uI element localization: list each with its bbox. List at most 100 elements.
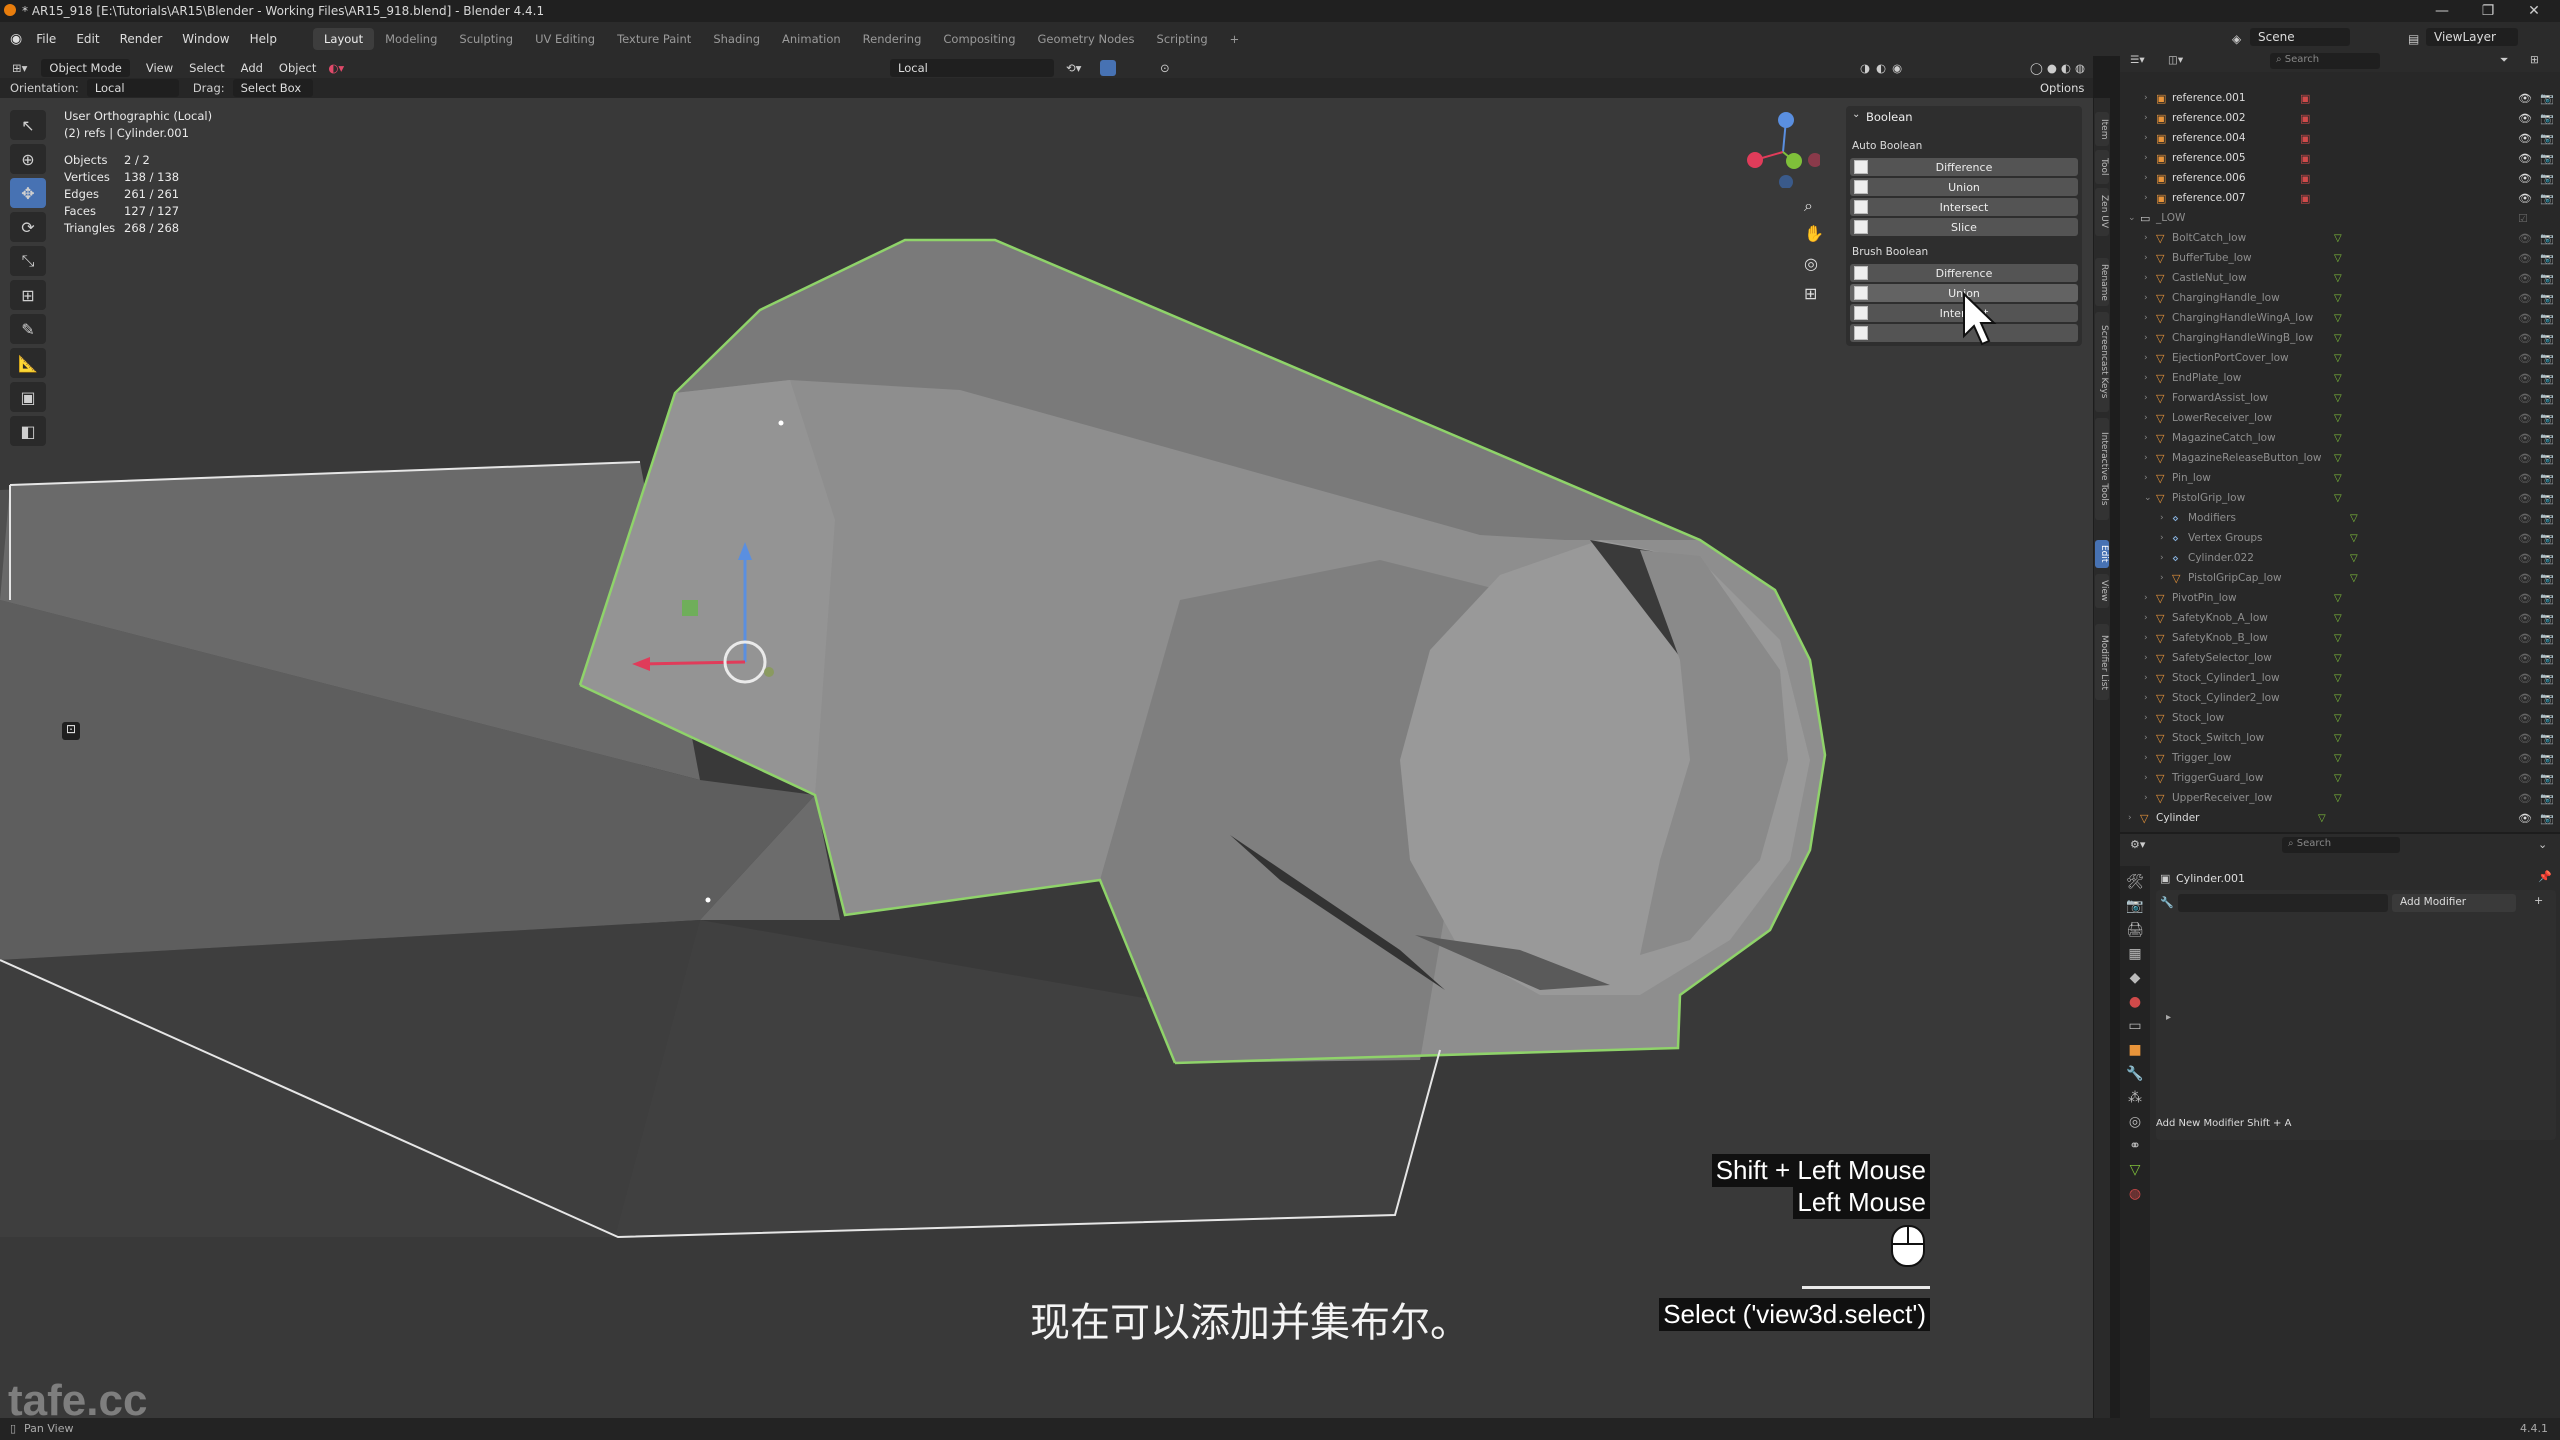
outliner-row[interactable]: › ▽ ForwardAssist_low ▽ 👁 📷	[2120, 388, 2560, 408]
visibility-eye-icon[interactable]: 👁	[2518, 252, 2532, 265]
proportional-edit-icon[interactable]: ⊙	[1160, 61, 1170, 75]
render-camera-icon[interactable]: 📷	[2540, 132, 2554, 145]
tab-animation[interactable]: Animation	[771, 28, 852, 50]
outliner-row[interactable]: › ▽ MagazineCatch_low ▽ 👁 📷	[2120, 428, 2560, 448]
render-camera-icon[interactable]: 📷	[2540, 112, 2554, 125]
tab-view[interactable]: View	[2095, 574, 2109, 608]
expand-arrow-icon[interactable]: ›	[2144, 113, 2148, 123]
expand-arrow-icon[interactable]: ›	[2144, 713, 2148, 723]
expand-arrow-icon[interactable]: ⌄	[2128, 213, 2136, 223]
outliner-row[interactable]: › ▽ ChargingHandle_low ▽ 👁 📷	[2120, 288, 2560, 308]
expand-arrow-icon[interactable]: ›	[2144, 193, 2148, 203]
outliner-row[interactable]: › ▽ Pin_low ▽ 👁 📷	[2120, 468, 2560, 488]
display-mode-icon[interactable]: ◫▾	[2168, 54, 2183, 66]
outliner-row[interactable]: › ▣ reference.004 ▣ 👁 📷	[2120, 128, 2560, 148]
visibility-eye-icon[interactable]: 👁	[2518, 492, 2532, 505]
expand-arrow-icon[interactable]: ›	[2144, 393, 2148, 403]
tab-layout[interactable]: Layout	[312, 28, 375, 50]
render-camera-icon[interactable]: 📷	[2540, 592, 2554, 605]
menu-file[interactable]: File	[26, 32, 66, 46]
visibility-eye-icon[interactable]: 👁	[2518, 272, 2532, 285]
visibility-eye-icon[interactable]: 👁	[2518, 752, 2532, 765]
render-camera-icon[interactable]: 📷	[2540, 632, 2554, 645]
viewlayer-selector[interactable]: ViewLayer	[2426, 28, 2518, 46]
visibility-eye-icon[interactable]: 👁	[2518, 92, 2532, 105]
visibility-eye-icon[interactable]: 👁	[2518, 132, 2532, 145]
visibility-eye-icon[interactable]: 👁	[2518, 612, 2532, 625]
annotate-tool-icon[interactable]: ✎	[10, 314, 46, 344]
render-camera-icon[interactable]: 📷	[2540, 652, 2554, 665]
outliner-row[interactable]: ⌄ ▽ PistolGrip_low ▽ 👁 📷	[2120, 488, 2560, 508]
outliner-row[interactable]: › ▽ EjectionPortCover_low ▽ 👁 📷	[2120, 348, 2560, 368]
outliner-row[interactable]: ⌄ ▭ _LOW ☑	[2120, 208, 2560, 228]
outliner-row[interactable]: › ▽ Stock_Cylinder1_low ▽ 👁 📷	[2120, 668, 2560, 688]
visibility-eye-icon[interactable]: 👁	[2518, 332, 2532, 345]
expand-arrow-icon[interactable]: ›	[2128, 813, 2132, 823]
menu-edit[interactable]: Edit	[66, 32, 109, 46]
render-camera-icon[interactable]: 📷	[2540, 172, 2554, 185]
solid-shading-icon[interactable]: ◯●◐◍	[2030, 61, 2089, 75]
object-tab-icon[interactable]: ■	[2128, 1042, 2141, 1058]
render-camera-icon[interactable]: 📷	[2540, 372, 2554, 385]
visibility-eye-icon[interactable]: 👁	[2518, 672, 2532, 685]
render-camera-icon[interactable]: 📷	[2540, 152, 2554, 165]
visibility-eye-icon[interactable]: 👁	[2518, 632, 2532, 645]
brush-difference-button[interactable]: Difference	[1850, 264, 2078, 282]
snapping-icon[interactable]: ⟲▾	[1066, 61, 1081, 75]
visibility-eye-icon[interactable]: 👁	[2518, 712, 2532, 725]
view-layer-tab-icon[interactable]: ▦	[2128, 946, 2141, 962]
tab-geometry-nodes[interactable]: Geometry Nodes	[1027, 28, 1146, 50]
render-camera-icon[interactable]: 📷	[2540, 572, 2554, 585]
navigation-gizmo[interactable]	[1740, 108, 1822, 189]
visibility-eye-icon[interactable]: 👁	[2518, 472, 2532, 485]
physics-tab-icon[interactable]: ◎	[2129, 1114, 2141, 1130]
outliner-row[interactable]: › ▽ EndPlate_low ▽ 👁 📷	[2120, 368, 2560, 388]
properties-editor-icon[interactable]: ⚙▾	[2130, 838, 2145, 851]
mode-dropdown[interactable]: Object Mode	[41, 59, 130, 77]
expand-arrow-icon[interactable]: ›	[2144, 353, 2148, 363]
menu-help[interactable]: Help	[240, 32, 287, 46]
ortho-grid-icon[interactable]: ⊞	[1804, 284, 1817, 303]
visibility-eye-icon[interactable]: 👁	[2518, 112, 2532, 125]
panel-collapse-icon[interactable]: ⌄	[1852, 109, 1860, 120]
visibility-eye-icon[interactable]: 👁	[2518, 312, 2532, 325]
tab-rename[interactable]: Rename	[2095, 258, 2109, 306]
render-camera-icon[interactable]: 📷	[2540, 732, 2554, 745]
menu-window[interactable]: Window	[172, 32, 239, 46]
close-button[interactable]: ✕	[2512, 0, 2556, 22]
properties-options-icon[interactable]: ⌄	[2538, 838, 2547, 851]
tab-tool[interactable]: Tool	[2095, 150, 2109, 184]
visibility-eye-icon[interactable]: 👁	[2518, 392, 2532, 405]
outliner-row[interactable]: › ⋄ Modifiers ▽ 👁 📷	[2120, 508, 2560, 528]
snap-toggle-icon[interactable]	[1100, 60, 1116, 76]
visibility-eye-icon[interactable]: 👁	[2518, 372, 2532, 385]
filter-icon[interactable]: ⏷	[2500, 54, 2508, 67]
measure-tool-icon[interactable]: 📐	[10, 348, 46, 378]
tab-sculpting[interactable]: Sculpting	[448, 28, 524, 50]
outliner-row[interactable]: › ▣ reference.006 ▣ 👁 📷	[2120, 168, 2560, 188]
expand-arrow-icon[interactable]: ›	[2144, 773, 2148, 783]
new-collection-icon[interactable]: ⊞	[2530, 54, 2539, 66]
tab-rendering[interactable]: Rendering	[852, 28, 933, 50]
visibility-eye-icon[interactable]: 👁	[2518, 292, 2532, 305]
tab-edit[interactable]: Edit	[2095, 540, 2109, 568]
world-tab-icon[interactable]: ●	[2129, 994, 2141, 1010]
render-camera-icon[interactable]: 📷	[2540, 392, 2554, 405]
render-camera-icon[interactable]: 📷	[2540, 412, 2554, 425]
outliner-row[interactable]: › ▽ Stock_Cylinder2_low ▽ 👁 📷	[2120, 688, 2560, 708]
cursor-tool-icon[interactable]: ⊕	[10, 144, 46, 174]
visibility-eye-icon[interactable]: 👁	[2518, 532, 2532, 545]
visibility-eye-icon[interactable]: 👁	[2518, 592, 2532, 605]
modifier-tab-icon[interactable]: 🔧	[2126, 1066, 2143, 1082]
editor-type-icon[interactable]: ⊞▾	[12, 61, 27, 75]
expand-arrow-icon[interactable]: ›	[2144, 153, 2148, 163]
visibility-eye-icon[interactable]: 👁	[2518, 412, 2532, 425]
outliner-row[interactable]: › ▣ reference.002 ▣ 👁 📷	[2120, 108, 2560, 128]
scene-tab-icon[interactable]: ◆	[2130, 970, 2141, 986]
expand-arrow-icon[interactable]: ›	[2144, 733, 2148, 743]
outliner-row[interactable]: › ▽ LowerReceiver_low ▽ 👁 📷	[2120, 408, 2560, 428]
menu-add[interactable]: Add	[241, 61, 263, 75]
render-tab-icon[interactable]: 📷	[2126, 898, 2143, 914]
drag-dropdown[interactable]: Select Box	[232, 79, 313, 97]
outliner-editor-icon[interactable]: ☰▾	[2130, 54, 2145, 66]
